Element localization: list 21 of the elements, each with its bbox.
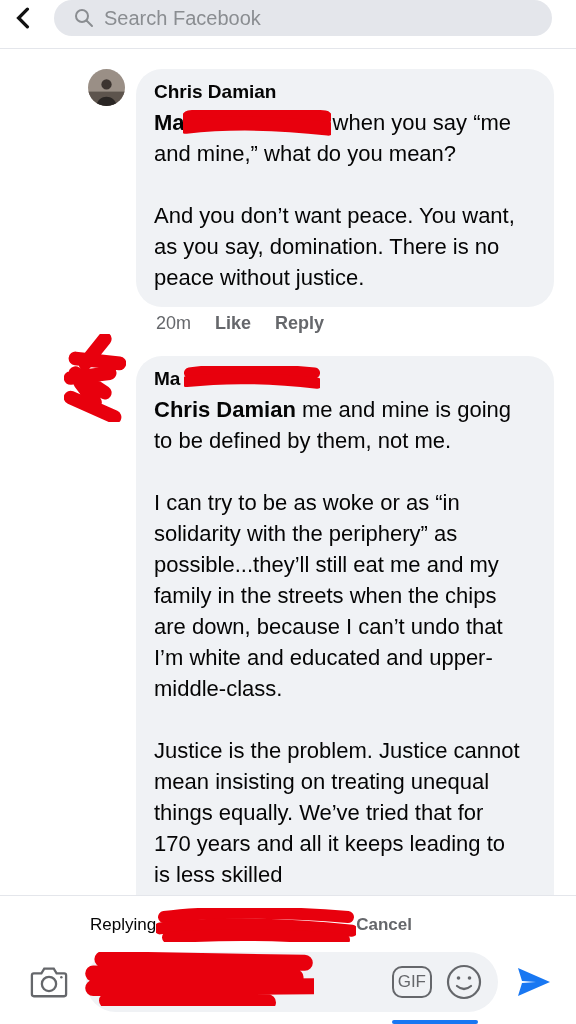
comment-text: I can try to be as woke or as “in solidarity with the periphery” as possible...they’ll still eat me and my family in the streets when the chips are down, because I can’t undo that I’m white and educated and upper-middle-class. [154,489,504,704]
search-field[interactable]: Search Facebook [54,0,552,36]
comment-text: Ma when you say “me and mine,” what do you mean? [154,109,513,169]
comment-action[interactable]: Reply [275,313,325,335]
camera-icon[interactable] [30,965,68,999]
timestamp: 20m [156,313,191,335]
comment-text: Justice is the problem. Justice cannot mean insisting on treating unequal things equally. We’ve tried that for 170 years and all it keeps leading to is less skilled [154,737,520,890]
comment-text: And you don’t want peace. You want, as you say, domination. There is no peace without justice. [154,202,516,293]
gif-button[interactable]: GIF [391,966,432,998]
avatar[interactable] [88,69,125,106]
search-icon [74,8,94,28]
mention-link[interactable]: Ma [154,110,185,135]
replying-label: Replying [90,915,157,935]
emoji-icon[interactable] [446,964,482,1000]
author-name[interactable]: Ma [154,368,181,391]
send-icon[interactable] [516,966,552,998]
comment-text: Chris Damian me and mine is going to be defined by them, not me. [154,396,513,456]
comment-input-field[interactable]: GIF [86,952,498,1012]
cancel-link[interactable]: Cancel [356,915,412,935]
comment-action[interactable]: Like [215,313,252,335]
author-name[interactable]: Chris Damian [154,81,277,103]
